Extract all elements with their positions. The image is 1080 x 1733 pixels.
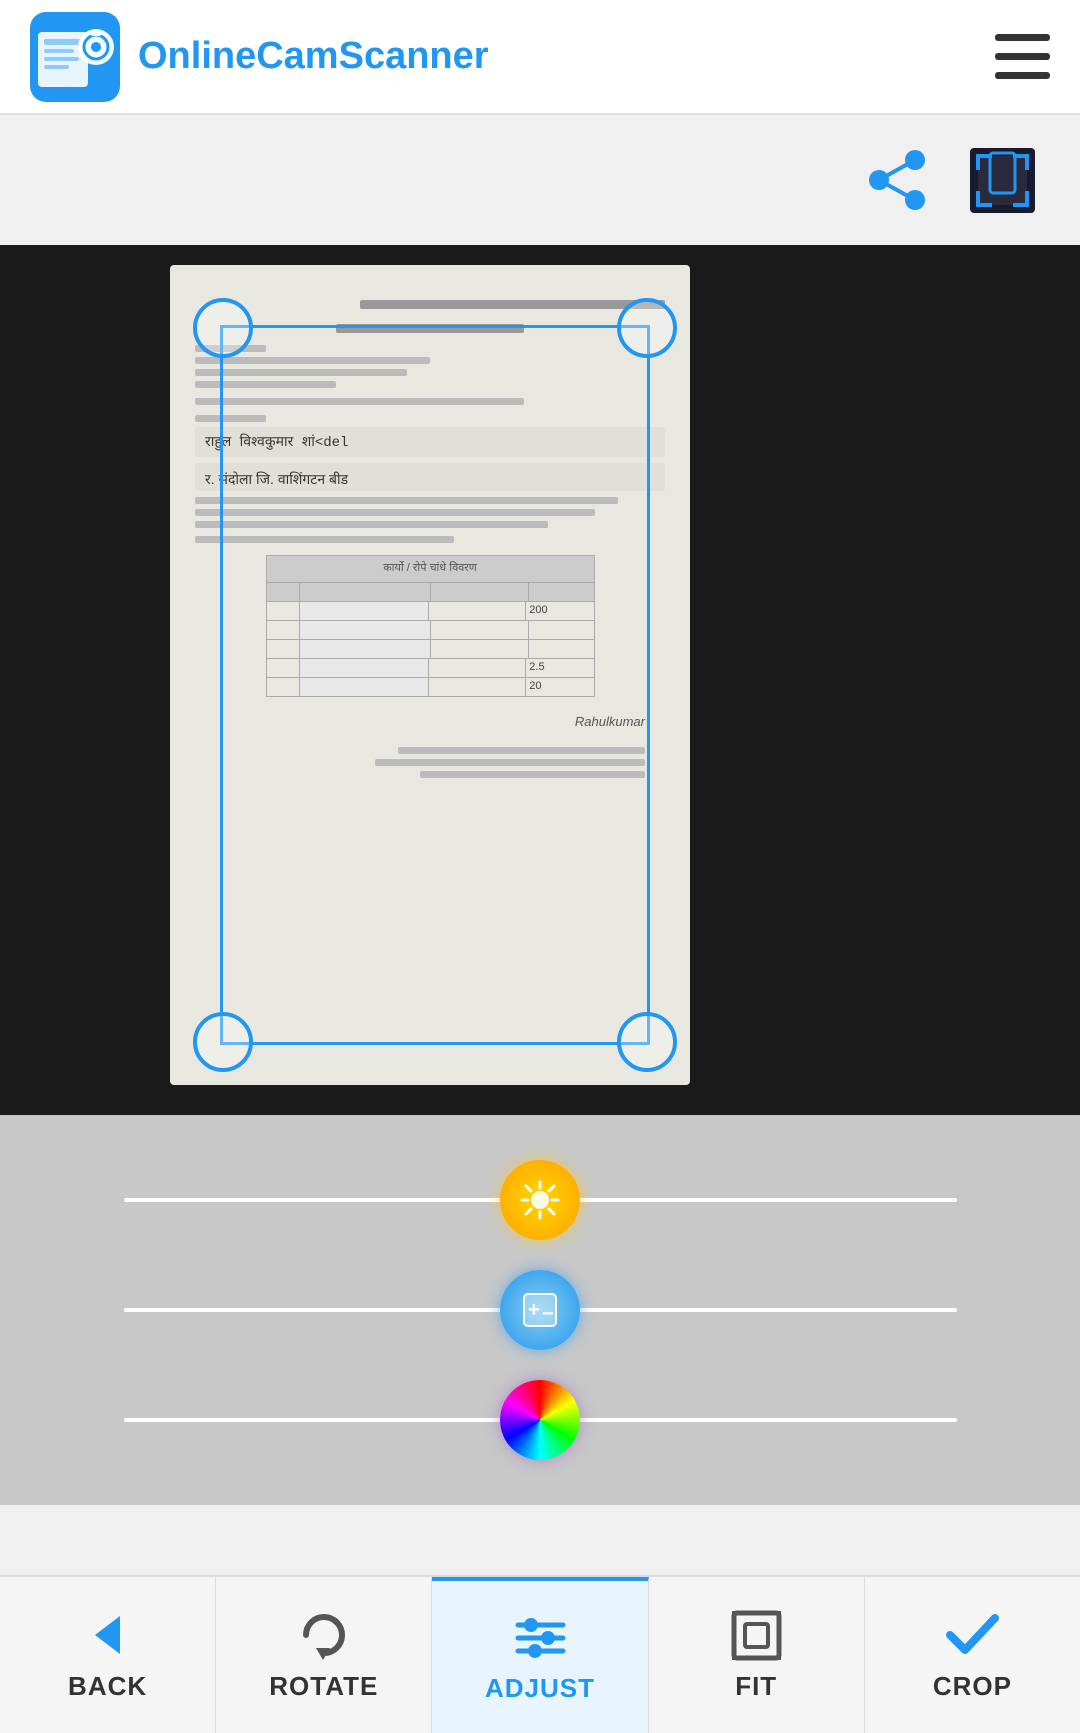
fit-nav-label: FIT: [735, 1671, 777, 1702]
rotate-nav-icon: [296, 1608, 351, 1663]
crop-nav-label: CROP: [933, 1671, 1012, 1702]
rotate-nav-label: ROTATE: [269, 1671, 378, 1702]
checkmark-icon: [945, 1608, 1000, 1663]
brightness-thumb[interactable]: [500, 1160, 580, 1240]
exposure-track[interactable]: + −: [124, 1308, 957, 1312]
app-logo-icon: [30, 12, 120, 102]
fullscreen-button[interactable]: [965, 143, 1040, 218]
toolbar: [0, 115, 1080, 245]
fit-icon: [729, 1608, 784, 1663]
crop-nav-item[interactable]: CROP: [865, 1577, 1080, 1733]
crop-nav-icon: [945, 1608, 1000, 1663]
color-thumb[interactable]: [500, 1380, 580, 1460]
brightness-track[interactable]: [124, 1198, 957, 1202]
back-nav-item[interactable]: BACK: [0, 1577, 216, 1733]
share-icon: [865, 148, 930, 213]
document-canvas: राहुल विश्वकुमार शां<del र. संदोला जि. व…: [0, 245, 1080, 1115]
logo-area: OnlineCamScanner: [30, 12, 489, 102]
back-nav-label: BACK: [68, 1671, 147, 1702]
rotate-nav-item[interactable]: ROTATE: [216, 1577, 432, 1733]
fit-nav-icon: [729, 1608, 784, 1663]
exposure-thumb[interactable]: + −: [500, 1270, 580, 1350]
svg-text:+: +: [528, 1299, 540, 1321]
app-header: OnlineCamScanner: [0, 0, 1080, 115]
svg-text:−: −: [542, 1303, 554, 1325]
bottom-navigation: BACK ROTATE ADJUST: [0, 1575, 1080, 1733]
share-button[interactable]: [860, 143, 935, 218]
rotate-icon: [296, 1608, 351, 1663]
adjustment-sliders: + −: [0, 1115, 1080, 1505]
fullscreen-icon: [970, 148, 1035, 213]
exposure-slider-row: + −: [50, 1270, 1030, 1350]
exposure-icon: + −: [520, 1290, 560, 1330]
fit-nav-item[interactable]: FIT: [649, 1577, 865, 1733]
adjust-sliders-icon: [513, 1610, 568, 1665]
app-name-text: OnlineCamScanner: [138, 35, 489, 78]
back-nav-icon: [80, 1608, 135, 1663]
sun-icon: [520, 1180, 560, 1220]
brightness-slider-row: [50, 1160, 1030, 1240]
color-slider-row: [50, 1380, 1030, 1460]
hamburger-menu-button[interactable]: [995, 34, 1050, 79]
document-content: राहुल विश्वकुमार शां<del र. संदोला जि. व…: [170, 265, 690, 813]
adjust-nav-icon: [513, 1610, 568, 1665]
adjust-nav-item[interactable]: ADJUST: [432, 1577, 648, 1733]
document-image: राहुल विश्वकुमार शां<del र. संदोला जि. व…: [170, 265, 690, 1085]
color-track[interactable]: [124, 1418, 957, 1422]
back-arrow-icon: [80, 1608, 135, 1663]
adjust-nav-label: ADJUST: [485, 1673, 595, 1704]
